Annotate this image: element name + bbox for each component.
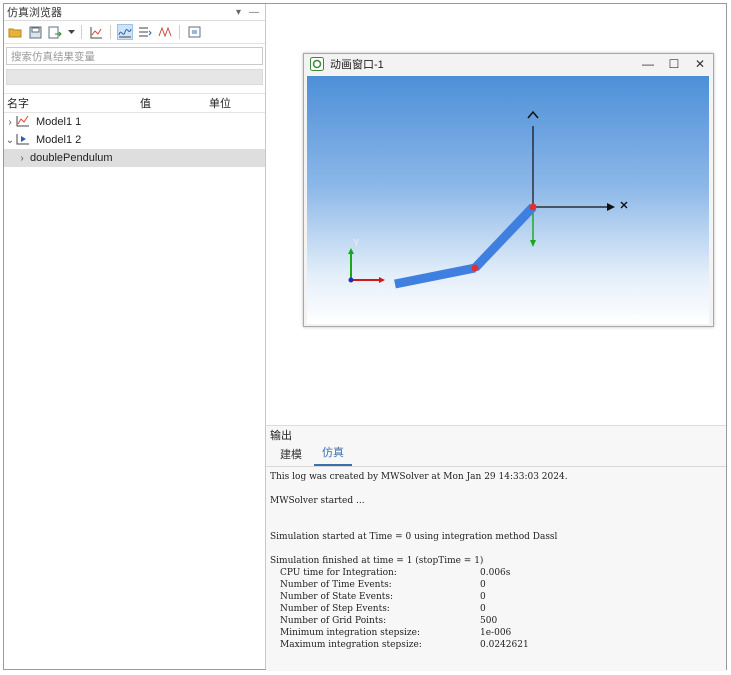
animation-window-title: 动画窗口-1 — [330, 59, 384, 71]
export-icon[interactable] — [47, 24, 63, 40]
world-origin — [348, 277, 354, 283]
animation-window-titlebar[interactable]: 动画窗口-1 — ☐ ✕ — [304, 54, 713, 74]
stat-value: 1e-006 — [480, 628, 512, 638]
log-line-sim-start: Simulation started at Time = 0 using int… — [270, 532, 558, 542]
stat-value: 500 — [480, 616, 498, 626]
stat-row: Maximum integration stepsize: 0.0242621 — [270, 639, 726, 651]
stat-value: 0 — [480, 580, 486, 590]
chevron-down-icon[interactable]: ⌄ — [4, 135, 16, 146]
elbow-joint — [471, 264, 479, 272]
gravity-arrow-icon — [530, 240, 536, 247]
pendulum-link-2 — [394, 263, 476, 289]
chevron-right-icon[interactable]: › — [4, 117, 16, 128]
simulation-browser-panel: 仿真浏览器 ▾ — 搜索仿真结果变量 名字 值 单位 › Model1 1 ⌄ … — [4, 4, 266, 669]
toolbar-separator — [179, 25, 180, 39]
tree-item-doublependulum[interactable]: › doublePendulum — [4, 149, 265, 167]
stat-key: Number of Grid Points: — [280, 616, 387, 626]
column-header-name[interactable]: 名字 — [4, 95, 137, 111]
stat-row: Number of Time Events: 0 — [270, 579, 726, 591]
toolbar-separator — [81, 25, 82, 39]
log-line-started: MWSolver started ... — [270, 496, 365, 506]
pivot-joint — [529, 203, 537, 211]
stat-key: Number of Step Events: — [280, 604, 390, 614]
stat-row: Minimum integration stepsize: 1e-006 — [270, 627, 726, 639]
pendulum-scene: Y X — [348, 110, 628, 289]
panel-menu-icon[interactable]: ▾ — [236, 7, 241, 18]
search-input[interactable]: 搜索仿真结果变量 — [6, 47, 263, 65]
app-logo-icon — [310, 57, 324, 71]
tab-simulation[interactable]: 仿真 — [314, 442, 352, 466]
filter-bar — [6, 69, 263, 85]
save-icon[interactable] — [27, 24, 43, 40]
chart-icon — [16, 115, 32, 130]
column-header-value[interactable]: 值 — [137, 95, 206, 111]
stat-key: Minimum integration stepsize: — [280, 628, 421, 638]
stat-value: 0 — [480, 604, 486, 614]
chevron-right-icon[interactable]: › — [16, 153, 28, 164]
world-x-arrow-icon — [379, 277, 385, 283]
pivot-x-arrow-icon — [607, 203, 615, 211]
tree-item-label: Model1 1 — [36, 116, 82, 128]
toolbar-separator — [110, 25, 111, 39]
dropdown-icon[interactable] — [67, 24, 75, 40]
log-line-sim-finish: Simulation finished at time = 1 (stopTim… — [270, 556, 484, 566]
tree-item-label: Model1 2 — [36, 134, 82, 146]
stat-row: Number of Step Events: 0 — [270, 603, 726, 615]
panel-title: 仿真浏览器 — [7, 7, 62, 19]
output-tabs: 建模 仿真 — [266, 444, 726, 467]
column-header-unit[interactable]: 单位 — [206, 95, 231, 111]
tree-item-label: doublePendulum — [30, 152, 113, 164]
tab-modeling[interactable]: 建模 — [272, 444, 310, 466]
pivot-y-arrow-icon — [527, 110, 539, 119]
stat-value: 0 — [480, 592, 486, 602]
log-line-created: This log was created by MWSolver at Mon … — [270, 472, 568, 482]
play-icon — [16, 133, 32, 148]
panel-title-bar: 仿真浏览器 ▾ — — [4, 4, 265, 21]
stat-row: Number of State Events: 0 — [270, 591, 726, 603]
stat-row: CPU time for Integration: 0.006s — [270, 567, 726, 579]
stat-value: 0.0242621 — [480, 640, 529, 650]
stat-value: 0.006s — [480, 568, 511, 578]
maximize-button[interactable]: ☐ — [661, 57, 687, 71]
pivot-x-mark-icon — [620, 201, 628, 209]
list-plot-icon[interactable] — [137, 24, 153, 40]
pendulum-link-1 — [471, 203, 537, 272]
browser-toolbar — [4, 21, 265, 44]
stat-key: Number of Time Events: — [280, 580, 392, 590]
minimize-button[interactable]: — — [635, 57, 661, 71]
tree-item-model1-2[interactable]: ⌄ Model1 2 — [4, 131, 265, 149]
animation-window[interactable]: 动画窗口-1 — ☐ ✕ Y X — [303, 53, 714, 327]
output-log[interactable]: This log was created by MWSolver at Mon … — [266, 467, 726, 651]
world-y-label: Y — [353, 238, 360, 249]
stat-row: Number of Grid Points: 500 — [270, 615, 726, 627]
main-frame: 仿真浏览器 ▾ — 搜索仿真结果变量 名字 值 单位 › Model1 1 ⌄ … — [3, 3, 727, 671]
close-button[interactable]: ✕ — [687, 57, 713, 71]
curve-plot-icon[interactable] — [117, 24, 133, 40]
tree-header: 名字 值 单位 — [4, 93, 265, 113]
tree-item-model1-1[interactable]: › Model1 1 — [4, 113, 265, 131]
animation-viewport[interactable]: Y X — [307, 76, 709, 324]
wave-plot-icon[interactable] — [157, 24, 173, 40]
stat-key: Number of State Events: — [280, 592, 394, 602]
open-folder-icon[interactable] — [7, 24, 23, 40]
plot-icon[interactable] — [88, 24, 104, 40]
world-x-label: X — [387, 275, 394, 286]
panel-minimize-icon[interactable]: — — [249, 7, 259, 18]
stat-key: CPU time for Integration: — [280, 568, 397, 578]
output-panel: 输出 建模 仿真 This log was created by MWSolve… — [266, 425, 726, 671]
stat-key: Maximum integration stepsize: — [280, 640, 422, 650]
window-icon[interactable] — [186, 24, 202, 40]
